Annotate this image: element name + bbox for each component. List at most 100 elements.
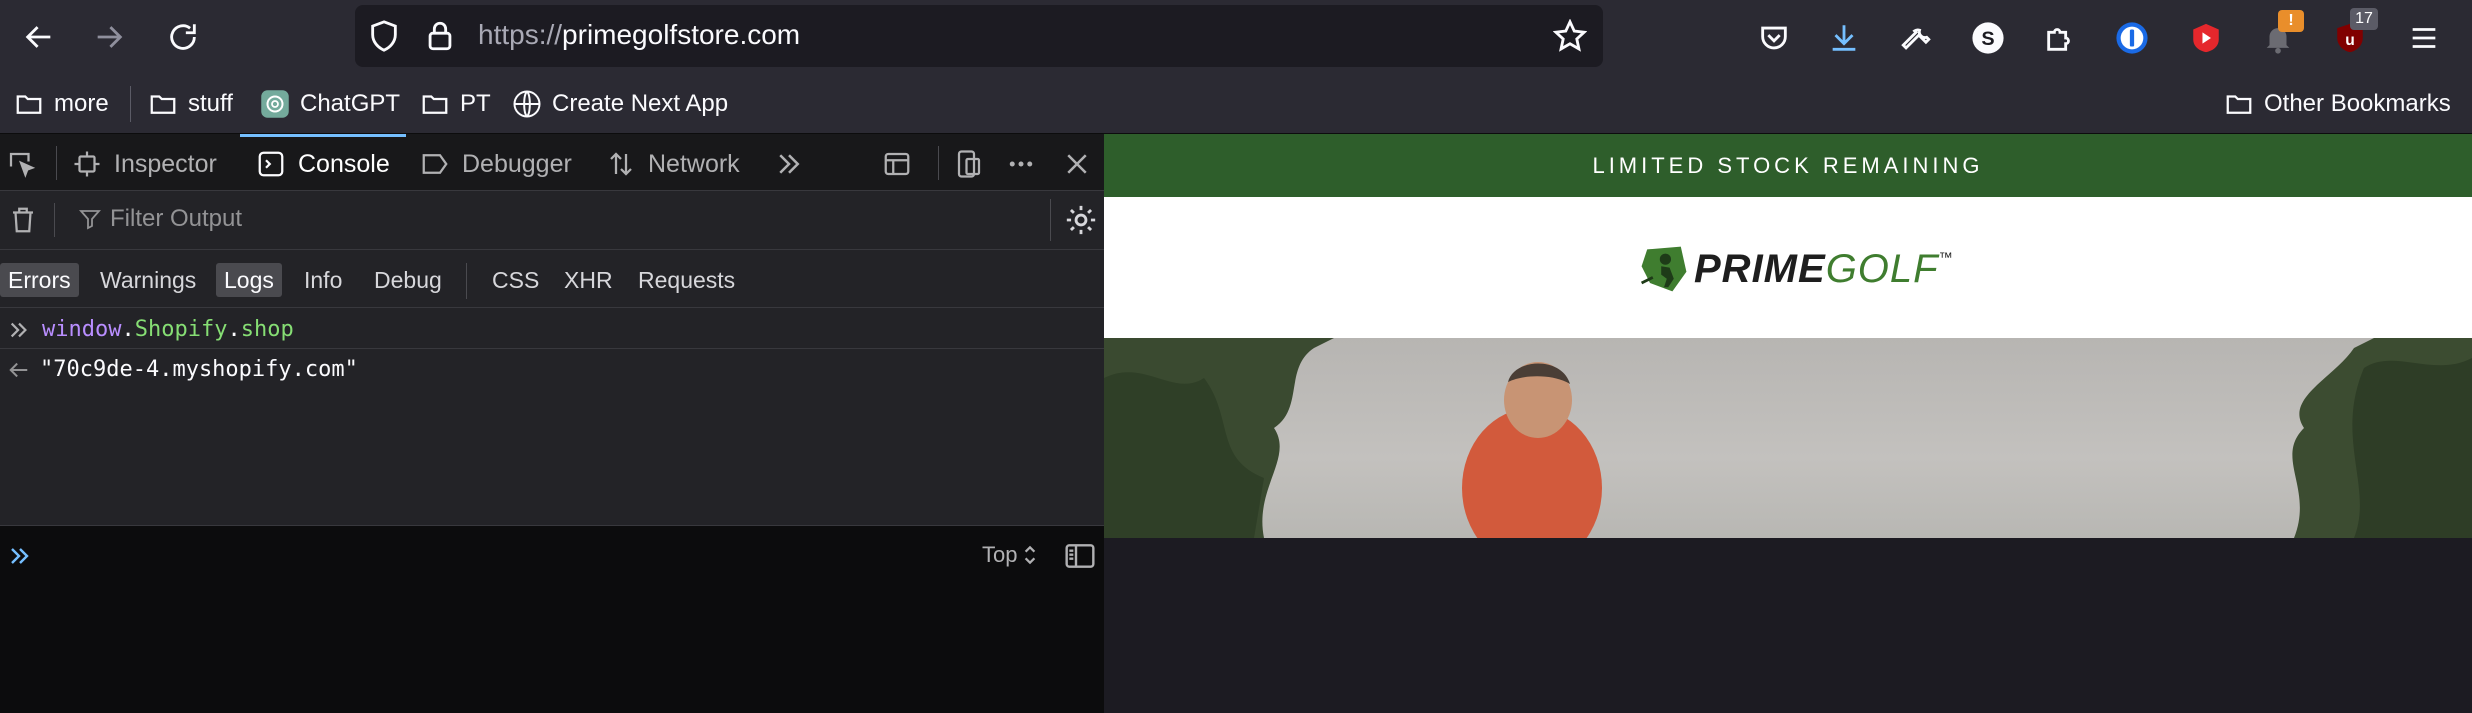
devtools-options-button[interactable] <box>1006 144 1036 184</box>
hamburger-menu-icon <box>2412 28 2436 48</box>
bookmark-create-next-app[interactable]: Create Next App <box>512 88 728 120</box>
youtube-extension-button[interactable] <box>2184 16 2228 60</box>
bookmark-folder-stuff[interactable]: stuff <box>148 88 233 120</box>
logo-golf-text: GOLF <box>1825 246 1939 291</box>
tab-separator <box>938 146 939 180</box>
app-menu-button[interactable] <box>2402 16 2446 60</box>
forward-arrow-icon <box>97 26 123 48</box>
devtools-tab-bar: Inspector Console Debugger Network <box>0 134 1104 191</box>
responsive-design-button[interactable] <box>954 144 984 184</box>
close-devtools-button[interactable] <box>1062 144 1092 184</box>
tab-inspector[interactable]: Inspector <box>72 144 217 184</box>
console-result-row: "70c9de-4.myshopify.com" <box>0 349 1104 389</box>
command-property: Shopify <box>134 317 228 342</box>
tab-debugger[interactable]: Debugger <box>420 144 572 184</box>
console-empty-area <box>0 585 1104 713</box>
tab-console[interactable]: Console <box>256 144 390 184</box>
extensions-button[interactable] <box>2038 16 2082 60</box>
double-chevron-right-icon <box>10 322 27 338</box>
type-xhr-toggle[interactable]: XHR <box>556 263 621 297</box>
reload-icon <box>170 24 196 50</box>
network-icon <box>610 152 632 176</box>
console-command-text: window.Shopify.shop <box>42 317 294 342</box>
downloads-button[interactable] <box>1822 16 1866 60</box>
folder-icon <box>16 95 42 114</box>
close-icon <box>1067 154 1087 174</box>
console-icon <box>258 151 284 177</box>
bookmark-folder-more[interactable]: more <box>14 88 109 120</box>
element-picker-button[interactable] <box>6 144 36 184</box>
pocket-icon <box>1761 26 1787 50</box>
tab-network[interactable]: Network <box>606 144 740 184</box>
bookmark-folder-pt[interactable]: PT <box>420 88 491 120</box>
console-input-line[interactable]: Top <box>0 525 1104 585</box>
other-bookmarks-folder[interactable]: Other Bookmarks <box>2224 88 2451 120</box>
console-output: window.Shopify.shop "70c9de-4.myshopify.… <box>0 309 1104 713</box>
back-arrow-icon <box>25 26 51 48</box>
level-debug-toggle[interactable]: Debug <box>366 263 450 297</box>
double-chevron-right-icon <box>779 154 800 174</box>
editor-mode-icon[interactable] <box>1064 540 1096 572</box>
chatgpt-icon <box>261 90 289 118</box>
download-icon <box>1832 25 1856 51</box>
more-tabs-button[interactable] <box>774 144 804 184</box>
context-selector[interactable]: Top <box>982 542 1037 568</box>
globe-icon <box>513 90 541 118</box>
command-object: window <box>42 317 122 342</box>
level-logs-toggle[interactable]: Logs <box>216 263 282 297</box>
extension-s-button[interactable]: S <box>1966 16 2010 60</box>
svg-text:u: u <box>2345 32 2355 49</box>
prompt-chevron-icon <box>11 548 29 564</box>
bookmark-separator <box>130 86 131 122</box>
gear-icon[interactable] <box>1064 203 1098 237</box>
type-requests-toggle[interactable]: Requests <box>630 263 743 297</box>
ublock-count-badge: 17 <box>2350 8 2378 30</box>
url-bar[interactable]: https://primegolfstore.com <box>355 5 1603 67</box>
folder-icon <box>150 95 176 114</box>
result-arrow-icon <box>9 362 28 378</box>
level-errors-toggle[interactable]: Errors <box>0 263 79 297</box>
primegolf-logo[interactable]: PRIME GOLF ™ <box>1636 241 1953 297</box>
filter-separator <box>1050 199 1051 241</box>
folder-icon <box>2226 95 2252 114</box>
trash-icon[interactable] <box>8 205 38 235</box>
bookmark-label: ChatGPT <box>300 90 401 117</box>
console-input-echo-row: window.Shopify.shop <box>0 309 1104 349</box>
command-dot: . <box>121 317 135 342</box>
s-extension-icon: S <box>1972 22 2004 54</box>
tab-label: Console <box>298 149 390 178</box>
notification-extension-button[interactable]: ! <box>2256 10 2304 60</box>
updown-chevron-icon <box>1025 545 1036 565</box>
console-result-text[interactable]: "70c9de-4.myshopify.com" <box>40 357 358 382</box>
back-button[interactable] <box>14 12 64 62</box>
browser-toolbar: https://primegolfstore.com S ! u 17 <box>0 0 2472 74</box>
bookmark-chatgpt[interactable]: ChatGPT <box>260 88 400 120</box>
toggle-split-console-button[interactable] <box>882 144 912 184</box>
reload-button[interactable] <box>158 12 208 62</box>
devtools-button[interactable] <box>1894 16 1938 60</box>
url-text[interactable]: https://primegolfstore.com <box>478 19 800 51</box>
forward-button[interactable] <box>84 12 134 62</box>
type-css-toggle[interactable]: CSS <box>484 263 547 297</box>
logo-prime-text: PRIME <box>1694 246 1826 291</box>
wrench-icon <box>1901 28 1931 50</box>
command-property: shop <box>240 317 294 342</box>
context-label: Top <box>982 542 1018 567</box>
console-filter-bar: Filter Output <box>0 191 1104 250</box>
lock-icon[interactable] <box>423 19 457 53</box>
levels-separator <box>466 263 467 299</box>
pocket-button[interactable] <box>1752 16 1796 60</box>
bookmark-label: more <box>54 90 109 117</box>
level-info-toggle[interactable]: Info <box>296 263 350 297</box>
filter-output-input[interactable]: Filter Output <box>78 205 242 233</box>
level-warnings-toggle[interactable]: Warnings <box>92 263 204 297</box>
ublock-button[interactable]: u 17 <box>2328 8 2378 60</box>
command-dot: . <box>227 317 241 342</box>
star-bookmark-icon[interactable] <box>1553 19 1587 53</box>
shield-icon[interactable] <box>367 19 401 53</box>
bookmark-label: Create Next App <box>552 90 729 117</box>
hero-golfer-photo <box>1104 338 2472 538</box>
bookmark-label: PT <box>460 90 491 117</box>
password-manager-button[interactable] <box>2110 16 2154 60</box>
puzzle-icon <box>2047 28 2070 51</box>
